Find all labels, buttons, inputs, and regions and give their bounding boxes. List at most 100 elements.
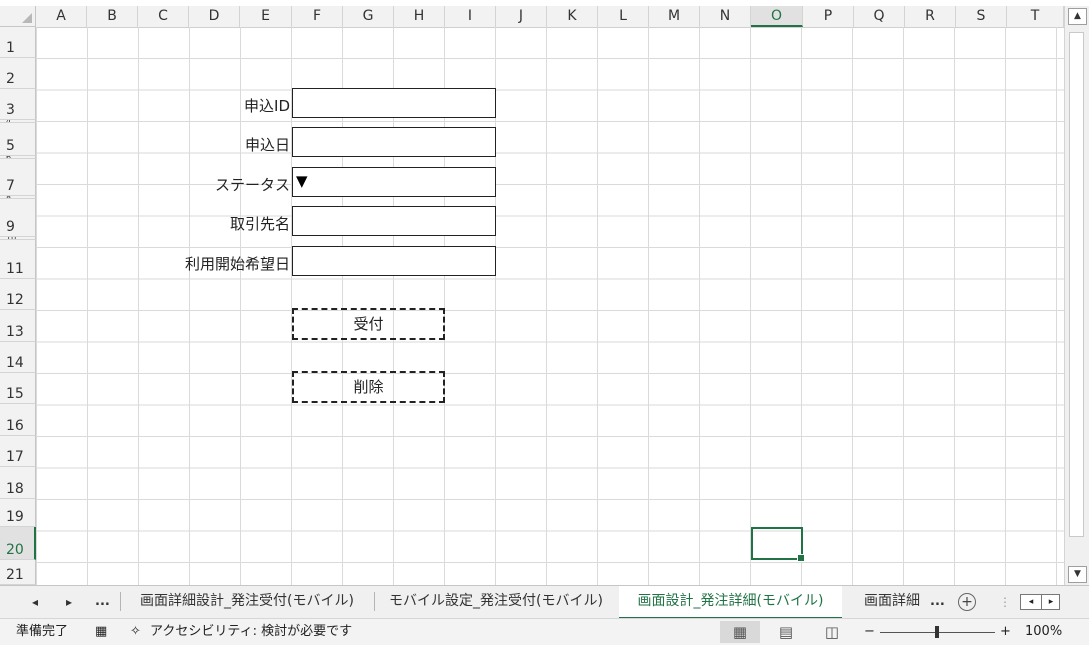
sheet-tab-detail-design-order-receipt[interactable]: 画面詳細設計_発注受付(モバイル) [124, 586, 370, 617]
field-label-status: ステータス [214, 176, 290, 194]
row-header-3[interactable]: 3 [0, 89, 36, 120]
column-header-J[interactable]: J [496, 6, 547, 27]
scroll-down-arrow-icon[interactable]: ▼ [1068, 566, 1087, 583]
row-header-12[interactable]: 12 [0, 279, 36, 310]
row-number: 11 [6, 261, 24, 277]
fill-handle[interactable] [797, 554, 805, 562]
row-header-11[interactable]: 11 [0, 240, 36, 279]
dropdown-arrow-icon: ▼ [296, 172, 308, 190]
sheet-tab-screen-detail-truncated[interactable]: 画面詳細 [852, 586, 932, 617]
row-header-2[interactable]: 2 [0, 58, 36, 89]
column-header-N[interactable]: N [700, 6, 751, 27]
field-label-desired-start-date: 利用開始希望日 [184, 255, 290, 273]
column-header-E[interactable]: E [240, 6, 292, 27]
delete-button[interactable]: 削除 [292, 371, 445, 403]
field-label-application-id: 申込ID [244, 97, 290, 115]
application-date-field[interactable] [292, 127, 496, 157]
row-header-20[interactable]: 20 [0, 527, 36, 560]
select-all-triangle-icon [22, 13, 32, 23]
row-header-1[interactable]: 1 [0, 27, 36, 58]
column-header-H[interactable]: H [394, 6, 445, 27]
application-id-field[interactable] [292, 88, 496, 118]
row-header-7[interactable]: 7 [0, 159, 36, 196]
row-header-9[interactable]: 9 [0, 199, 36, 237]
row-number: 14 [6, 355, 24, 371]
row-number: 2 [6, 71, 15, 87]
field-label-client-name: 取引先名 [229, 215, 290, 233]
column-header-T[interactable]: T [1007, 6, 1064, 27]
accessibility-status[interactable]: アクセシビリティ: 検討が必要です [150, 619, 352, 645]
desired-start-date-field[interactable] [292, 246, 496, 276]
row-header-13[interactable]: 13 [0, 310, 36, 342]
column-header-F[interactable]: F [292, 6, 343, 27]
column-header-Q[interactable]: Q [854, 6, 905, 27]
row-header-17[interactable]: 17 [0, 436, 36, 467]
row-number: 21 [6, 567, 24, 583]
more-sheets-button[interactable]: ... [95, 586, 110, 618]
zoom-slider-thumb[interactable] [935, 626, 939, 638]
accessibility-icon[interactable]: ✧ [130, 619, 141, 645]
prev-sheet-arrow-icon[interactable]: ◂ [32, 586, 38, 618]
row-number: 9 [6, 219, 15, 235]
column-header-O[interactable]: O [751, 6, 803, 27]
sheet-tab-mobile-settings-order-receipt[interactable]: モバイル設定_発注受付(モバイル) [378, 586, 614, 617]
row-number: 15 [6, 386, 24, 402]
excel-window: A B C D E F G H I J K L M N O P Q R S T … [0, 0, 1089, 645]
column-header-P[interactable]: P [803, 6, 854, 27]
row-number: 18 [6, 481, 24, 497]
accept-button[interactable]: 受付 [292, 308, 445, 340]
tab-separator [120, 592, 121, 611]
column-header-R[interactable]: R [905, 6, 956, 27]
status-dropdown[interactable]: ▼ [292, 167, 496, 197]
row-header-18[interactable]: 18 [0, 467, 36, 499]
status-bar: 準備完了 ▦ ✧ アクセシビリティ: 検討が必要です ▦ ▤ ◫ − + 100… [0, 618, 1089, 645]
row-number: 13 [6, 324, 24, 340]
cell-grid[interactable] [36, 27, 1064, 585]
active-cell-O20[interactable] [751, 527, 805, 562]
select-all-corner[interactable] [0, 6, 36, 27]
scroll-thumb[interactable] [1069, 32, 1084, 537]
row-number: 17 [6, 449, 24, 465]
column-header-G[interactable]: G [343, 6, 394, 27]
column-header-M[interactable]: M [649, 6, 700, 27]
row-header-19[interactable]: 19 [0, 499, 36, 527]
row-header-15[interactable]: 15 [0, 373, 36, 404]
status-ready: 準備完了 [16, 624, 69, 639]
next-sheet-arrow-icon[interactable]: ▸ [66, 586, 72, 618]
column-header-D[interactable]: D [189, 6, 240, 27]
column-header-A[interactable]: A [36, 6, 87, 27]
macro-record-icon[interactable]: ▦ [95, 619, 107, 645]
horizontal-scroll-nav[interactable]: ◂ ▸ [1020, 594, 1060, 610]
hscroll-left-icon[interactable]: ◂ [1022, 595, 1040, 609]
row-number: 7 [6, 178, 15, 194]
column-header-L[interactable]: L [598, 6, 649, 27]
row-header-21[interactable]: 21 [0, 560, 36, 585]
row-number: 3 [6, 102, 15, 118]
tab-splitter-dots-icon[interactable]: ⋮ [999, 586, 1011, 618]
zoom-in-button[interactable]: + [1000, 619, 1011, 645]
hscroll-right-icon[interactable]: ▸ [1041, 595, 1060, 609]
row-header-14[interactable]: 14 [0, 342, 36, 373]
tab-separator [374, 592, 375, 611]
zoom-out-button[interactable]: − [864, 619, 875, 645]
sheet-overflow-button[interactable]: ... [930, 586, 945, 618]
column-header-I[interactable]: I [445, 6, 496, 27]
column-header-K[interactable]: K [547, 6, 598, 27]
sheet-tab-screen-design-order-detail[interactable]: 画面設計_発注詳細(モバイル) [619, 586, 842, 619]
normal-view-icon[interactable]: ▦ [720, 621, 760, 643]
row-number: 5 [6, 138, 15, 154]
row-header-5[interactable]: 5 [0, 123, 36, 156]
scroll-up-arrow-icon[interactable]: ▲ [1068, 8, 1087, 25]
column-header-B[interactable]: B [87, 6, 138, 27]
page-break-view-icon[interactable]: ◫ [812, 621, 852, 643]
new-sheet-plus-icon[interactable]: + [958, 593, 976, 611]
row-header-16[interactable]: 16 [0, 404, 36, 436]
zoom-level[interactable]: 100% [1025, 619, 1062, 645]
row-number: 1 [6, 40, 15, 56]
page-layout-view-icon[interactable]: ▤ [766, 621, 806, 643]
client-name-field[interactable] [292, 206, 496, 236]
column-header-S[interactable]: S [956, 6, 1007, 27]
row-number: 19 [6, 509, 24, 525]
vertical-scrollbar[interactable]: ▲ ▼ [1064, 6, 1089, 585]
column-header-C[interactable]: C [138, 6, 189, 27]
